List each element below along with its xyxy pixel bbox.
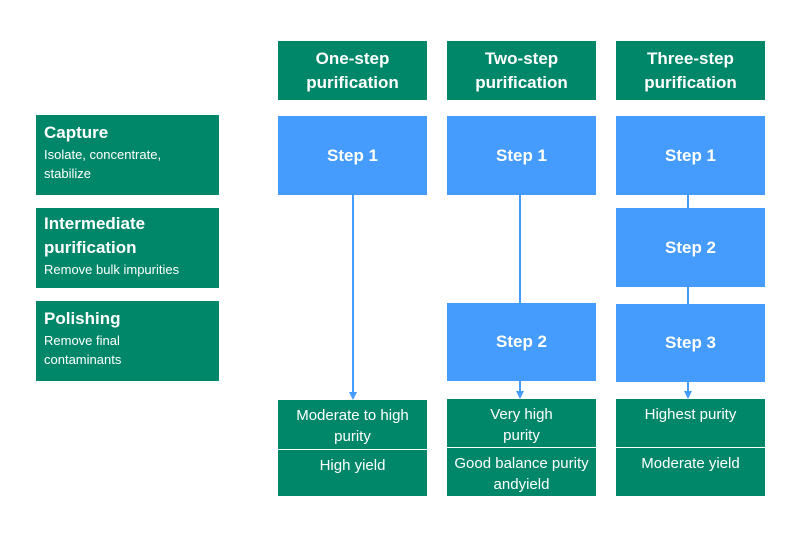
column-header-one-step: One-step purification [278,41,427,100]
result-box: Very high purity Good balance purity and… [447,399,596,496]
column-header-three-step: Three-step purification [616,41,765,100]
result-yield: High yield [319,457,386,474]
stage-desc: Remove final contaminants [44,333,122,367]
result-yield: Moderate yield [641,455,740,472]
step-box: Step 2 [447,303,596,381]
stage-title: Polishing [44,309,121,328]
arrow-down-icon [349,392,357,400]
result-box: Moderate to high purity High yield [278,400,427,496]
connector-line [519,195,521,303]
stage-desc: Isolate, concentrate, stabilize [44,147,162,181]
stage-title: Capture [44,123,109,142]
stage-capture: Capture Isolate, concentrate, stabilize [36,115,219,195]
step-box: Step 1 [447,116,596,195]
connector-line [352,195,354,393]
arrow-down-icon [684,391,692,399]
result-purity: Very high purity [490,406,553,444]
connector-line [687,287,689,304]
stage-title: Intermediate purification [44,214,146,257]
stage-desc: Remove bulk impurities [44,262,180,277]
result-yield: Good balance purity andyield [454,455,589,493]
arrow-down-icon [516,391,524,399]
column-header-two-step: Two-step purification [447,41,596,100]
step-box: Step 1 [616,116,765,195]
result-box: Highest purity Moderate yield [616,399,765,496]
connector-line [687,195,689,208]
stage-intermediate: Intermediate purification Remove bulk im… [36,208,219,288]
step-box: Step 1 [278,116,427,195]
stage-polishing: Polishing Remove final contaminants [36,301,219,381]
step-box: Step 2 [616,208,765,287]
result-purity: Highest purity [644,406,737,423]
step-box: Step 3 [616,304,765,382]
result-purity: Moderate to high purity [296,407,409,445]
